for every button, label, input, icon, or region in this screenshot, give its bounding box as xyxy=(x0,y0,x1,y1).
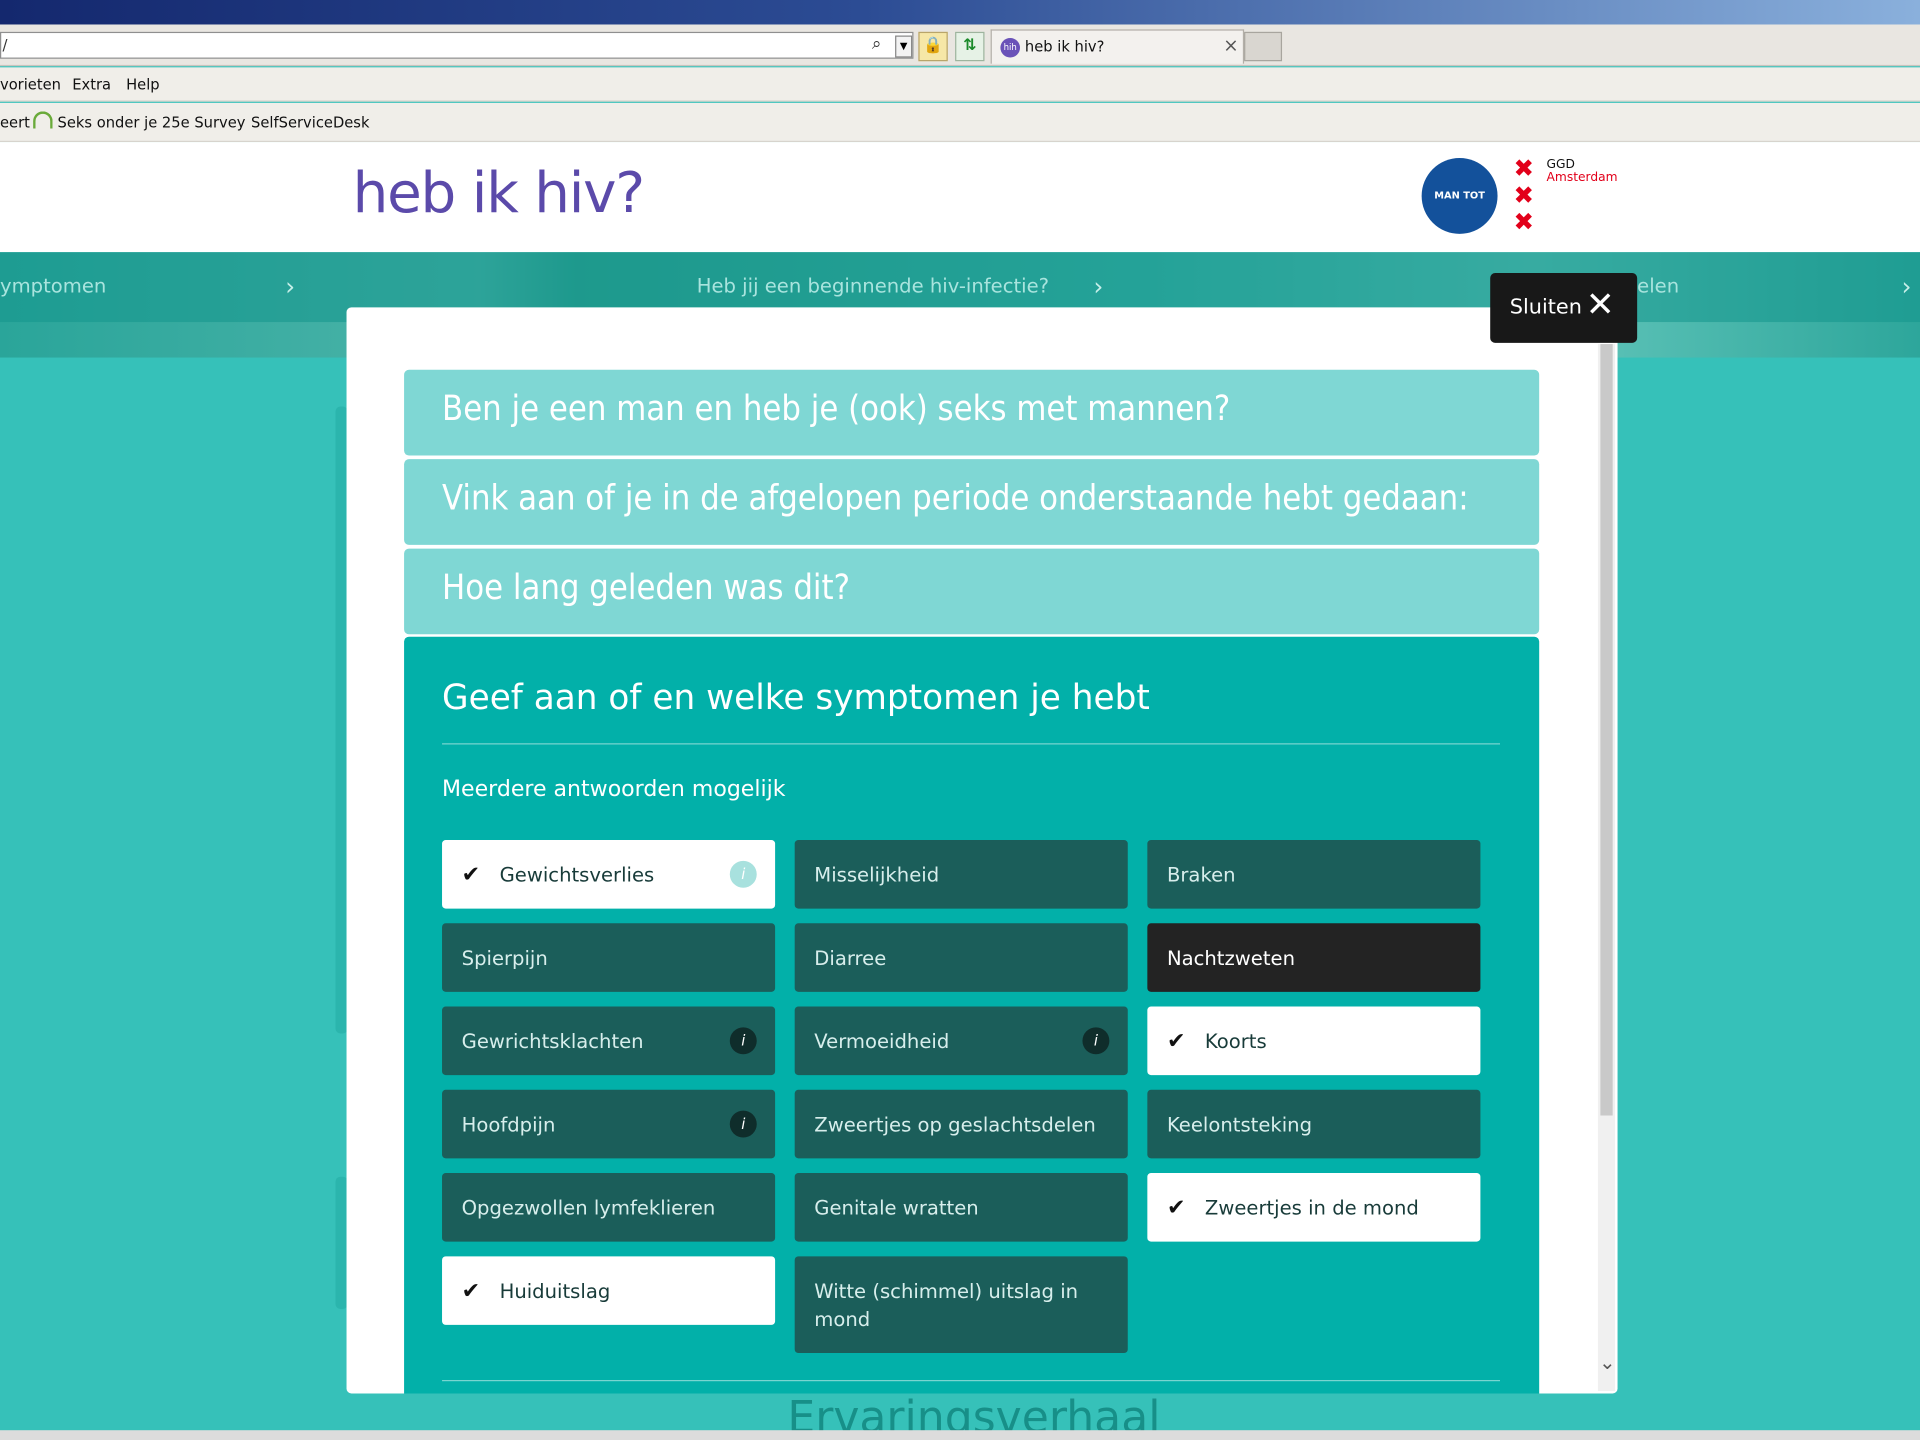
symptom-label: Witte (schimmel) uitslag in mond xyxy=(814,1278,1079,1331)
symptom-option[interactable]: Nachtzweten xyxy=(1147,923,1481,992)
chevron-right-icon: › xyxy=(285,271,296,302)
section-title: Geef aan of en welke symptomen je hebt xyxy=(442,677,1150,718)
status-band xyxy=(0,1430,1920,1440)
symptom-label: Misselijkheid xyxy=(814,862,940,886)
symptom-option[interactable]: Gewrichtsklachten i xyxy=(442,1006,776,1076)
ggd-label: GGD Amsterdam xyxy=(1547,158,1618,185)
symptom-label: Huiduitslag xyxy=(499,1278,611,1303)
menu-help[interactable]: Help xyxy=(126,76,160,93)
symptom-option[interactable]: Spierpijn xyxy=(442,923,776,992)
menu-bar: vorieten Extra Help xyxy=(0,67,1920,102)
symptom-label: Genitale wratten xyxy=(814,1195,979,1219)
ggd-amsterdam-logo[interactable]: ✖ ✖ ✖ xyxy=(1513,154,1534,235)
accordion-activiteiten[interactable]: Vink aan of je in de afgelopen periode o… xyxy=(404,459,1540,545)
symptom-label: Braken xyxy=(1166,862,1236,886)
nav-item-delen[interactable]: elen xyxy=(1637,274,1679,297)
symptom-check-modal: Ben je een man en heb je (ook) seks met … xyxy=(346,307,1618,1394)
amsterdam-cross-icon: ✖ xyxy=(1513,206,1534,237)
dropdown-arrow-icon[interactable]: ▼ xyxy=(895,35,913,58)
address-row: / ⌕ ▼ 🔒 ⇅ hih heb ik hiv? × xyxy=(0,24,1920,67)
scrollbar-thumb[interactable] xyxy=(1600,344,1613,1116)
symptom-label: Opgezwollen lymfeklieren xyxy=(461,1195,716,1219)
amsterdam-cross-icon: ✖ xyxy=(1513,180,1534,210)
accordion-hoe-lang[interactable]: Hoe lang geleden was dit? xyxy=(404,548,1540,635)
browser-tab[interactable]: hih heb ik hiv? × xyxy=(990,29,1245,64)
symptom-label: Gewrichtsklachten xyxy=(461,1029,644,1053)
ggd-city: Amsterdam xyxy=(1546,171,1618,185)
modal-scrollbar[interactable]: ⌄ xyxy=(1597,344,1616,1392)
symptom-label: Koorts xyxy=(1204,1029,1267,1053)
symptom-option[interactable]: ✔ Huiduitslag xyxy=(442,1256,776,1325)
symptom-label: Gewichtsverlies xyxy=(499,862,655,886)
symptom-option[interactable]: Misselijkheid xyxy=(794,840,1128,909)
symptom-label: Spierpijn xyxy=(461,945,548,970)
man-tot-man-logo[interactable]: MAN TOT MAN xyxy=(1421,157,1498,277)
symptom-option[interactable]: Genitale wratten xyxy=(794,1173,1128,1242)
favicon-icon: hih xyxy=(1000,37,1021,58)
favorite-survey-link[interactable]: Seks onder je 25e Survey xyxy=(58,114,246,131)
favorite-link[interactable]: eert xyxy=(0,114,30,131)
symptom-option[interactable]: Witte (schimmel) uitslag in mond xyxy=(794,1256,1128,1354)
divider xyxy=(442,1380,1501,1382)
symptom-option[interactable]: Braken xyxy=(1147,840,1481,909)
ggd-name: GGD xyxy=(1546,157,1575,172)
menu-extra[interactable]: Extra xyxy=(72,76,111,93)
symptom-option[interactable]: ✔ Gewichtsverlies i xyxy=(442,840,776,909)
symptom-label: Zweertjes in de mond xyxy=(1204,1195,1419,1219)
nav-item-symptomen[interactable]: ymptomen xyxy=(0,274,106,297)
accordion-man-seks[interactable]: Ben je een man en heb je (ook) seks met … xyxy=(404,369,1540,456)
window-titlebar xyxy=(0,0,1920,25)
favorite-servicedesk-link[interactable]: SelfServiceDesk xyxy=(251,114,369,131)
lock-icon[interactable]: 🔒 xyxy=(918,31,948,62)
symptom-option[interactable]: Opgezwollen lymfeklieren xyxy=(442,1173,776,1242)
tab-title: heb ik hiv? xyxy=(1024,37,1105,56)
site-header: heb ik hiv? MAN TOT MAN ✖ ✖ ✖ GGD Amster… xyxy=(0,142,1920,277)
symptom-option[interactable]: Vermoeidheid i xyxy=(794,1006,1128,1076)
survey-icon xyxy=(33,111,53,129)
close-label: Sluiten xyxy=(1509,295,1582,320)
checkmark-icon: ✔ xyxy=(1166,1027,1186,1054)
address-bar[interactable]: / xyxy=(0,31,914,59)
menu-favorites[interactable]: vorieten xyxy=(0,76,61,93)
amsterdam-cross-icon: ✖ xyxy=(1513,153,1534,183)
chevron-right-icon: › xyxy=(1901,271,1912,302)
accordion-symptomen: Geef aan of en welke symptomen je hebt M… xyxy=(404,636,1540,1394)
symptom-label: Vermoeidheid xyxy=(814,1029,950,1053)
nav-item-beginnende-infectie[interactable]: Heb jij een beginnende hiv-infectie? xyxy=(697,274,1049,297)
symptom-option[interactable]: Zweertjes op geslachtsdelen xyxy=(794,1089,1128,1159)
info-icon[interactable]: i xyxy=(729,1027,757,1055)
divider xyxy=(442,743,1501,745)
checkmark-icon: ✔ xyxy=(461,1277,481,1304)
info-icon[interactable]: i xyxy=(1082,1027,1110,1055)
info-icon[interactable]: i xyxy=(729,1110,757,1138)
symptom-label: Keelontsteking xyxy=(1166,1112,1313,1136)
symptom-option[interactable]: Keelontsteking xyxy=(1147,1089,1481,1159)
close-button[interactable]: Sluiten ✕ xyxy=(1490,273,1638,343)
favorites-bar: eert Seks onder je 25e Survey SelfServic… xyxy=(0,102,1920,143)
symptom-option[interactable]: Diarree xyxy=(794,923,1128,992)
symptom-option[interactable]: ✔ Koorts xyxy=(1147,1006,1481,1076)
symptom-label: Hoofdpijn xyxy=(461,1112,556,1136)
checkmark-icon: ✔ xyxy=(461,861,481,888)
info-icon[interactable]: i xyxy=(729,860,757,888)
site-logo[interactable]: heb ik hiv? xyxy=(353,159,646,225)
symptom-label: Nachtzweten xyxy=(1166,945,1295,970)
scroll-down-arrow-icon[interactable]: ⌄ xyxy=(1599,1351,1615,1374)
multi-answer-hint: Meerdere antwoorden mogelijk xyxy=(442,776,786,803)
symptom-label: Diarree xyxy=(814,945,887,970)
symptom-label: Zweertjes op geslachtsdelen xyxy=(814,1112,1096,1136)
new-tab-button[interactable] xyxy=(1244,31,1283,62)
chevron-right-icon: › xyxy=(1093,271,1104,302)
symptom-option[interactable]: Hoofdpijn i xyxy=(442,1089,776,1159)
checkmark-icon: ✔ xyxy=(1166,1194,1186,1221)
symptom-option[interactable]: ✔ Zweertjes in de mond xyxy=(1147,1173,1481,1242)
close-icon: ✕ xyxy=(1585,284,1615,325)
tab-close-icon[interactable]: × xyxy=(1223,34,1238,56)
search-icon[interactable]: ⌕ xyxy=(872,34,882,54)
refresh-icon[interactable]: ⇅ xyxy=(955,31,985,62)
